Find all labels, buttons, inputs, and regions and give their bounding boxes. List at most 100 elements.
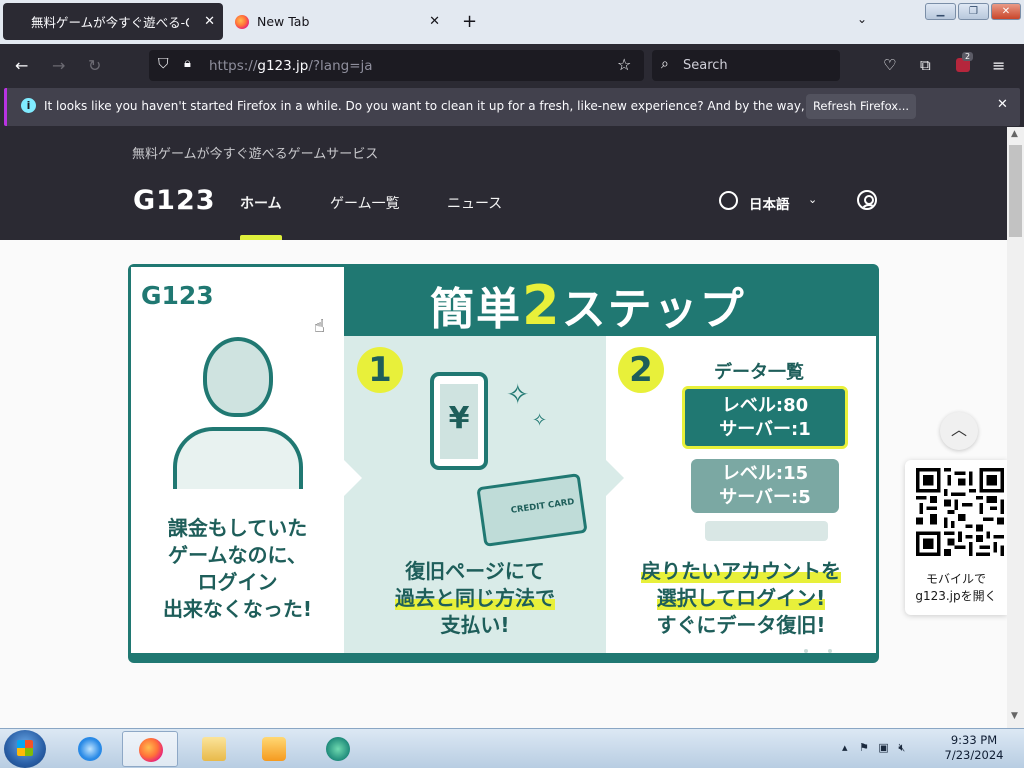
search-icon: ⌕	[661, 56, 669, 72]
carousel-dot-active[interactable]	[816, 649, 820, 653]
search-bar[interactable]: ⌕ Search	[652, 50, 840, 81]
reload-icon[interactable]: ↻	[88, 56, 101, 75]
account-card-placeholder	[705, 521, 828, 541]
show-hidden-icons-icon[interactable]: ▴	[842, 741, 848, 754]
banner-panel-step2: 2 データ一覧 レベル:80 サーバー:1 レベル:15 サーバー:5 戻りたい…	[606, 336, 876, 653]
tab-new-tab[interactable]: New Tab ✕	[226, 3, 448, 40]
step1-text: 復旧ページにて 過去と同じ方法で 支払い!	[344, 558, 606, 639]
pocket-icon[interactable]: ♡	[883, 56, 896, 74]
lock-icon[interactable]: 🔒︎	[184, 56, 191, 71]
step-1-badge: 1	[357, 347, 403, 393]
close-icon[interactable]: ✕	[997, 97, 1008, 112]
site-logo[interactable]: G123	[133, 185, 216, 216]
action-center-flag-icon[interactable]: ⚑	[859, 741, 869, 754]
taskbar-file-explorer[interactable]	[186, 731, 242, 767]
firefox-icon	[139, 738, 163, 762]
nav-active-indicator	[240, 235, 282, 240]
card-level: レベル:15	[721, 463, 809, 484]
language-globe-icon[interactable]	[719, 191, 738, 210]
close-tab-icon[interactable]: ✕	[429, 14, 440, 29]
back-to-top-button[interactable]: ︿	[940, 412, 978, 450]
scroll-up-arrow-icon[interactable]: ▲	[1011, 129, 1018, 139]
carousel-dot[interactable]	[804, 649, 808, 653]
problem-line: ゲームなのに、	[168, 543, 307, 567]
info-icon: i	[21, 98, 36, 113]
url-scheme: https://	[209, 58, 258, 74]
back-arrow-icon[interactable]: ←	[15, 56, 28, 75]
qr-caption: モバイルで g123.jpを開く	[905, 571, 1007, 605]
network-icon[interactable]: ▣	[878, 741, 888, 754]
banner-panel-step1: 1 ¥ ✧ ✧ CREDIT CARD 復旧ページにて 過去と同じ方法で 支払い…	[344, 336, 606, 653]
clock-time: 9:33 PM	[950, 733, 998, 747]
credit-card-label: CREDIT CARD	[510, 497, 575, 516]
list-all-tabs-icon[interactable]: ⌄	[857, 12, 867, 26]
language-selector[interactable]: 日本語	[749, 193, 790, 213]
banner-title-area: 簡単2ステップ	[344, 267, 876, 337]
new-tab-button[interactable]: +	[462, 11, 477, 32]
banner-logo: G123	[141, 281, 214, 310]
start-button[interactable]	[4, 730, 46, 768]
step2-text: 戻りたいアカウントを 選択してログイン! すぐにデータ復旧!	[606, 558, 876, 639]
carousel-dot[interactable]	[828, 649, 832, 653]
shield-icon[interactable]: ⛉	[158, 56, 169, 72]
taskbar: ▴ ⚑ ▣ 🔇︎ 9:33 PM 7/23/2024	[0, 728, 1024, 768]
window-maximize-button[interactable]: ❐	[958, 3, 989, 20]
refresh-firefox-button[interactable]: Refresh Firefox...	[806, 94, 916, 119]
nav-games[interactable]: ゲーム一覧	[330, 193, 400, 213]
taskbar-internet-explorer[interactable]	[62, 731, 118, 767]
url-path: /?lang=ja	[308, 58, 373, 74]
vertical-scrollbar[interactable]: ▲ ▼	[1007, 127, 1024, 728]
page-content: 無料ゲームが今すぐ遊べるゲームサービス G123 ホーム ゲーム一覧 ニュース …	[0, 127, 1007, 728]
menu-icon[interactable]: ≡	[992, 56, 1005, 75]
banner-title: 簡単2ステップ	[430, 273, 746, 337]
navigation-toolbar: ← → ↻ ⛉ 🔒︎ https://g123.jp/?lang=ja ☆ ⌕ …	[0, 44, 1024, 86]
user-account-icon[interactable]	[857, 190, 877, 210]
url-host: g123.jp	[257, 58, 309, 74]
card-server: サーバー:5	[719, 487, 811, 508]
notification-message: It looks like you haven't started Firefo…	[44, 99, 900, 113]
firefox-favicon-icon	[235, 14, 249, 29]
title-number: 2	[522, 274, 562, 337]
scrollbar-thumb[interactable]	[1009, 145, 1022, 237]
site-tagline: 無料ゲームが今すぐ遊べるゲームサービス	[132, 147, 379, 162]
internet-explorer-icon	[78, 737, 102, 761]
qr-caption-line: g123.jpを開く	[915, 589, 997, 603]
step-2-badge: 2	[618, 347, 664, 393]
sparkle-icon: ✧	[506, 378, 530, 411]
site-header: 無料ゲームが今すぐ遊べるゲームサービス G123 ホーム ゲーム一覧 ニュース …	[0, 127, 1007, 240]
system-clock[interactable]: 9:33 PM 7/23/2024	[938, 733, 1010, 763]
system-tray: ▴ ⚑ ▣ 🔇︎	[842, 741, 905, 755]
tab-title: 無料ゲームが今すぐ遊べる-G123	[31, 15, 189, 30]
qr-caption-line: モバイルで	[925, 572, 986, 586]
taskbar-app[interactable]	[310, 731, 366, 767]
chevron-down-icon[interactable]: ⌄	[808, 193, 817, 206]
url-text: https://g123.jp/?lang=ja	[209, 58, 373, 74]
forward-arrow-icon[interactable]: →	[52, 56, 65, 75]
tab-g123[interactable]: 無料ゲームが今すぐ遊べる-G123 ✕	[3, 3, 223, 40]
card-level: レベル:80	[721, 395, 809, 416]
volume-muted-icon[interactable]: 🔇︎	[898, 741, 905, 754]
close-tab-icon[interactable]: ✕	[204, 14, 215, 29]
qr-code-icon	[916, 468, 1004, 556]
url-bar[interactable]: ⛉ 🔒︎ https://g123.jp/?lang=ja ☆	[149, 50, 644, 81]
promo-banner[interactable]: G123 課金もしていた ゲームなのに、 ログイン 出来なくなった! 簡単2ステ…	[128, 264, 879, 663]
bookmark-star-icon[interactable]: ☆	[617, 55, 631, 74]
g123-favicon-icon	[12, 15, 26, 29]
card-server: サーバー:1	[719, 419, 811, 440]
credit-card-icon: CREDIT CARD	[476, 473, 588, 547]
media-player-icon	[262, 737, 286, 761]
window-close-button[interactable]: ✕	[991, 3, 1021, 20]
arrow-divider	[606, 460, 624, 496]
nav-home[interactable]: ホーム	[240, 193, 282, 213]
problem-text: 課金もしていた ゲームなのに、 ログイン 出来なくなった!	[131, 515, 344, 623]
taskbar-firefox[interactable]	[122, 731, 178, 767]
nav-news[interactable]: ニュース	[447, 193, 502, 213]
search-placeholder: Search	[683, 58, 728, 73]
sparkle-icon: ✧	[532, 410, 548, 431]
taskbar-media-player[interactable]	[246, 731, 302, 767]
window-minimize-button[interactable]: ▁	[925, 3, 956, 20]
tab-title: New Tab	[257, 14, 310, 29]
step1-line-highlight: 過去と同じ方法で	[395, 586, 555, 610]
scroll-down-arrow-icon[interactable]: ▼	[1011, 711, 1018, 721]
extensions-icon[interactable]: ⧉	[920, 56, 931, 74]
